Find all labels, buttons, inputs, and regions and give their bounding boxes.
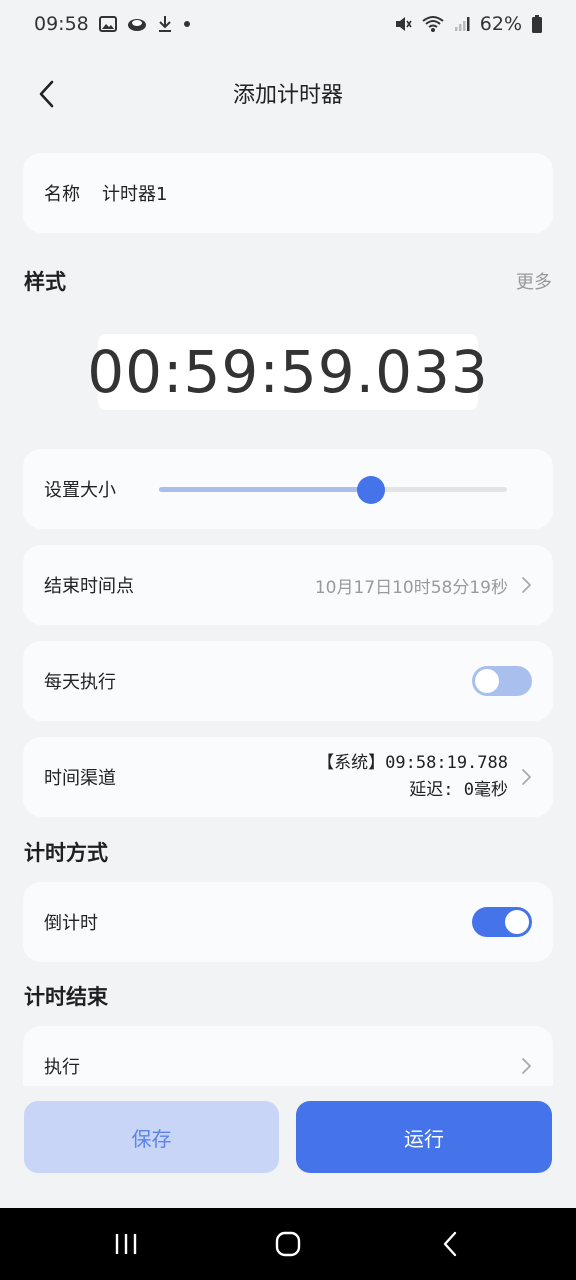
recents-button[interactable] <box>106 1226 146 1262</box>
recents-icon <box>115 1234 137 1254</box>
status-bar: 09:58 62% <box>0 0 576 48</box>
battery-percent: 62% <box>479 13 522 35</box>
daily-repeat-card: 每天执行 <box>23 641 553 721</box>
end-time-value: 10月17日10时58分19秒 <box>314 577 508 598</box>
time-channel-values: 【系统】09:58:19.788 延迟: 0毫秒 <box>317 750 508 804</box>
signal-icon <box>454 16 470 32</box>
home-icon <box>275 1231 301 1257</box>
chevron-right-icon <box>522 769 531 785</box>
style-section-title: 样式 <box>24 270 66 294</box>
size-slider[interactable] <box>159 476 507 504</box>
countdown-card: 倒计时 <box>23 882 553 962</box>
chevron-right-icon <box>522 1058 531 1074</box>
dot-icon <box>183 20 191 28</box>
page-title: 添加计时器 <box>232 83 343 108</box>
back-arrow-icon <box>39 80 54 108</box>
end-time-card[interactable]: 结束时间点 10月17日10时58分19秒 <box>23 545 553 625</box>
toggle-knob <box>505 910 529 934</box>
cloud-icon <box>127 16 147 32</box>
name-card[interactable]: 名称 计时器1 <box>23 153 553 233</box>
battery-icon <box>532 15 542 33</box>
end-time-label: 结束时间点 <box>44 576 134 597</box>
daily-repeat-toggle[interactable] <box>472 666 532 696</box>
name-label: 名称 <box>44 184 80 205</box>
time-channel-source: 【系统】09:58:19.788 <box>317 753 508 773</box>
time-channel-label: 时间渠道 <box>44 768 116 789</box>
time-channel-delay: 延迟: 0毫秒 <box>409 780 508 800</box>
header: 添加计时器 <box>0 60 576 126</box>
status-right: 62% <box>394 13 542 35</box>
wifi-icon <box>422 15 444 33</box>
end-time-value-group: 10月17日10时58分19秒 <box>315 573 532 598</box>
image-icon <box>98 16 117 32</box>
slider-fill <box>159 487 372 492</box>
countdown-toggle[interactable] <box>472 907 532 937</box>
status-left: 09:58 <box>34 13 191 35</box>
time-channel-value-group: 【系统】09:58:19.788 延迟: 0毫秒 <box>317 750 532 804</box>
execute-label: 执行 <box>44 1057 80 1078</box>
size-label: 设置大小 <box>44 480 116 501</box>
download-icon <box>157 15 173 33</box>
run-button[interactable]: 运行 <box>296 1101 552 1173</box>
daily-repeat-label: 每天执行 <box>44 672 116 693</box>
home-button[interactable] <box>268 1226 308 1262</box>
name-input[interactable]: 计时器1 <box>102 180 167 206</box>
status-time: 09:58 <box>34 13 89 35</box>
save-button[interactable]: 保存 <box>24 1101 279 1173</box>
timing-mode-section-title: 计时方式 <box>24 841 108 865</box>
countdown-label: 倒计时 <box>44 913 98 934</box>
mute-icon <box>394 15 412 33</box>
more-link[interactable]: 更多 <box>516 268 552 294</box>
timer-preview-text: 00:59:59.033 <box>87 338 489 406</box>
timer-end-section-title: 计时结束 <box>24 985 108 1009</box>
back-nav-icon <box>443 1231 457 1257</box>
timer-preview: 00:59:59.033 <box>87 334 488 410</box>
back-button[interactable] <box>24 72 68 116</box>
toggle-knob <box>475 669 499 693</box>
chevron-right-icon <box>522 577 531 593</box>
back-nav-button[interactable] <box>430 1226 470 1262</box>
system-nav-bar <box>0 1208 576 1280</box>
slider-thumb[interactable] <box>357 476 386 504</box>
time-channel-card[interactable]: 时间渠道 【系统】09:58:19.788 延迟: 0毫秒 <box>23 737 553 817</box>
